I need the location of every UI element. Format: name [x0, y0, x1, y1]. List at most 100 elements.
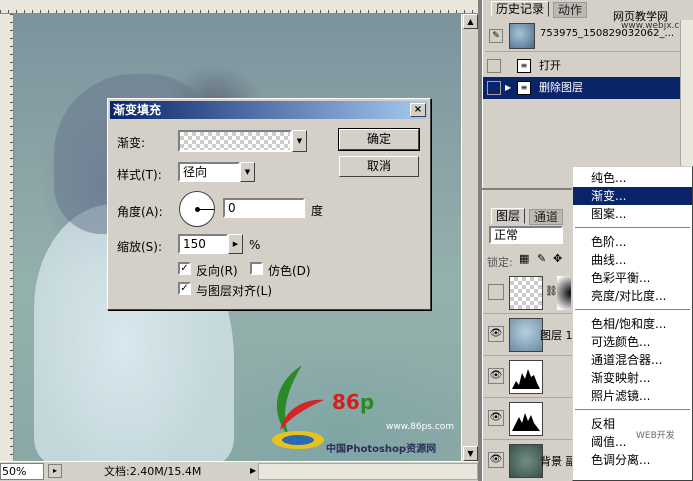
layer-levels-thumbnail — [509, 402, 543, 436]
history-step-icon: ≡ — [517, 59, 531, 73]
horizontal-scrollbar[interactable] — [258, 463, 478, 480]
history-scrollbar[interactable] — [680, 20, 693, 188]
align-with-layer-label: 与图层对齐(L) — [196, 284, 273, 298]
menu-separator — [575, 309, 690, 310]
snapshot-thumbnail — [509, 23, 535, 49]
layer-visibility-icon[interactable]: 👁 — [488, 326, 504, 342]
angle-input[interactable]: 0 — [223, 198, 305, 218]
layer-visibility-icon[interactable] — [488, 284, 504, 300]
tab-channels[interactable]: 通道 — [529, 209, 564, 225]
angle-dial-hand-icon — [197, 209, 214, 210]
history-item[interactable]: ≡ 打开 — [483, 55, 680, 77]
layer-thumbnail — [509, 318, 543, 352]
menu-item[interactable]: 可选颜色... — [573, 333, 692, 351]
menu-separator — [575, 227, 690, 228]
tab-history[interactable]: 历史记录 — [491, 1, 550, 17]
logo-letter: p — [359, 390, 375, 414]
menu-item[interactable]: 纯色... — [573, 169, 692, 187]
layer-visibility-icon[interactable]: 👁 — [488, 452, 504, 468]
history-step-icon: ≡ — [517, 81, 531, 95]
vertical-ruler — [0, 14, 14, 461]
blend-mode-select[interactable]: 正常 — [489, 226, 563, 244]
menu-item[interactable]: 色阶... — [573, 233, 692, 251]
gradient-dropdown-icon[interactable]: ▼ — [292, 130, 307, 152]
tab-layers[interactable]: 图层 — [491, 208, 526, 224]
logo-number: 86 — [332, 390, 360, 414]
menu-item[interactable]: 色相/饱和度... — [573, 315, 692, 333]
status-arrow-icon[interactable]: ▶ — [250, 466, 256, 475]
lock-brush-icon[interactable]: ✎ — [537, 252, 546, 265]
layer-visibility-icon[interactable]: 👁 — [488, 368, 504, 384]
horizontal-ruler — [0, 0, 478, 14]
scroll-down-icon[interactable]: ▼ — [463, 446, 478, 461]
history-source-checkbox[interactable] — [487, 81, 501, 95]
history-state-arrow-icon: ▶ — [505, 83, 512, 92]
ok-button[interactable]: 确定 — [338, 128, 420, 151]
history-item-label: 删除图层 — [539, 81, 583, 94]
history-source-checkbox[interactable] — [487, 59, 501, 73]
angle-unit: 度 — [311, 204, 324, 218]
snapshot-brush-icon[interactable]: ✎ — [489, 29, 503, 43]
watermark-site-name: 中国Photoshop资源网 — [326, 444, 437, 455]
zoom-field[interactable]: 50% — [0, 463, 44, 480]
status-bar: 50% ▸ 文档:2.40M/15.4M ▶ — [0, 461, 478, 481]
style-select[interactable]: 径向 — [178, 162, 240, 182]
history-snapshot-row[interactable]: ✎ 753975_150829032062_... — [485, 20, 680, 52]
scale-unit: % — [249, 238, 261, 252]
menu-item[interactable]: 照片滤镜... — [573, 387, 692, 405]
scale-label: 缩放(S): — [117, 240, 163, 254]
reverse-checkbox[interactable]: ✓ — [178, 262, 191, 275]
layer-link-icon: ⛓ — [545, 286, 558, 297]
menu-item[interactable]: 通道混合器... — [573, 351, 692, 369]
history-panel: 历史记录 动作 网页教学网 www.webjx.com ✎ 753975_150… — [482, 0, 693, 188]
lock-transparency-icon[interactable]: ▦ — [519, 252, 529, 265]
gradient-swatch[interactable] — [178, 130, 292, 152]
menu-item[interactable]: 渐变... — [573, 187, 692, 205]
tab-actions[interactable]: 动作 — [553, 2, 588, 18]
dither-checkbox[interactable] — [250, 262, 263, 275]
layer-thumbnail — [509, 444, 543, 478]
layer-visibility-icon[interactable]: 👁 — [488, 410, 504, 426]
watermark-url: www.86ps.com — [386, 422, 455, 432]
histogram-icon — [512, 369, 540, 389]
dither-label: 仿色(D) — [268, 264, 311, 278]
menu-separator — [575, 409, 690, 410]
menu-item[interactable]: 色调分离... — [573, 451, 692, 469]
layer-thumbnail — [509, 276, 543, 310]
scale-slider-arrow-icon[interactable]: ▶ — [228, 234, 243, 254]
angle-dial[interactable] — [179, 191, 215, 227]
document-size: 文档:2.40M/15.4M — [104, 465, 202, 478]
history-item-label: 打开 — [539, 59, 561, 72]
snapshot-name: 753975_150829032062_... — [540, 28, 675, 39]
layer-name: 图层 1 — [540, 329, 573, 342]
dialog-titlebar[interactable]: 渐变填充 × — [110, 101, 428, 119]
style-label: 样式(T): — [117, 168, 162, 182]
menu-item[interactable]: 曲线... — [573, 251, 692, 269]
menu-item[interactable]: 亮度/对比度... — [573, 287, 692, 305]
dialog-title: 渐变填充 — [113, 103, 162, 117]
align-with-layer-checkbox[interactable]: ✓ — [178, 282, 191, 295]
scroll-up-icon[interactable]: ▲ — [463, 14, 478, 29]
gradient-label: 渐变: — [117, 136, 146, 150]
menu-item[interactable]: 图案... — [573, 205, 692, 223]
watermark-logo: 86p www.86ps.com 中国Photoshop资源网 — [262, 360, 455, 460]
menu-item[interactable]: 渐变映射... — [573, 369, 692, 387]
lock-move-icon[interactable]: ✥ — [553, 252, 562, 265]
reverse-label: 反向(R) — [196, 264, 238, 278]
status-menu-icon[interactable]: ▸ — [48, 464, 62, 478]
history-item[interactable]: ▶ ≡ 删除图层 — [483, 77, 680, 99]
menu-item[interactable]: 色彩平衡... — [573, 269, 692, 287]
histogram-icon — [512, 413, 540, 431]
layer-mask-thumbnail — [557, 276, 571, 310]
lock-label: 锁定: — [487, 256, 513, 269]
close-icon[interactable]: × — [410, 103, 426, 117]
cancel-button[interactable]: 取消 — [339, 156, 419, 177]
style-dropdown-icon[interactable]: ▼ — [240, 162, 255, 182]
corner-watermark: WEB开发 — [636, 431, 675, 441]
vertical-scrollbar[interactable]: ▲ ▼ — [461, 14, 478, 461]
logo-swoosh-icon — [272, 365, 324, 449]
scale-input[interactable]: 150 — [178, 234, 228, 254]
layer-levels-thumbnail — [509, 360, 543, 394]
gradient-fill-dialog: 渐变填充 × 渐变: ▼ 样式(T): 径向 ▼ 角度(A): 0 度 缩放(S… — [107, 98, 431, 310]
angle-label: 角度(A): — [117, 205, 163, 219]
